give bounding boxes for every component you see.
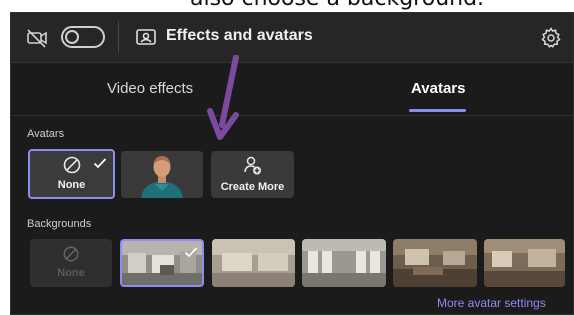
- toolbar-title: Effects and avatars: [166, 27, 313, 44]
- check-icon: [93, 158, 107, 169]
- toolbar-divider: [118, 21, 119, 53]
- ban-icon: [63, 246, 79, 262]
- gear-icon[interactable]: [539, 26, 563, 50]
- toolbar: Effects and avatars: [11, 13, 573, 63]
- more-avatar-settings-link[interactable]: More avatar settings: [437, 296, 546, 310]
- tab-bar: Video effects Avatars: [11, 63, 573, 116]
- camera-off-icon[interactable]: [26, 27, 48, 49]
- background-image: [302, 239, 386, 287]
- tab-avatars[interactable]: Avatars: [411, 80, 465, 97]
- avatar-none-label: None: [57, 179, 86, 191]
- background-thumbnail[interactable]: [212, 239, 295, 287]
- annotation-arrow-icon: [207, 55, 239, 140]
- background-none-label: None: [57, 267, 85, 279]
- avatar-option[interactable]: [121, 151, 203, 198]
- background-image: [484, 239, 565, 287]
- background-thumbnail[interactable]: [484, 239, 565, 287]
- create-more-label: Create More: [220, 181, 285, 193]
- check-icon: [184, 247, 198, 258]
- background-thumbnail[interactable]: [393, 239, 477, 287]
- background-image: [212, 239, 295, 287]
- create-more-button[interactable]: Create More: [211, 151, 294, 198]
- background-thumbnail[interactable]: [120, 239, 204, 287]
- effects-icon: [135, 27, 157, 47]
- add-person-icon: [244, 156, 261, 175]
- avatar-figure-icon: [121, 151, 203, 198]
- effects-panel: Effects and avatars Video effects Avatar…: [10, 12, 574, 315]
- tab-video-effects[interactable]: Video effects: [107, 80, 193, 97]
- backgrounds-section-label: Backgrounds: [27, 218, 92, 230]
- background-thumbnail[interactable]: [302, 239, 386, 287]
- tab-selected-indicator: [409, 109, 466, 112]
- camera-toggle[interactable]: [61, 26, 105, 48]
- caption-text: also choose a background.: [190, 0, 484, 11]
- toggle-knob: [65, 30, 79, 44]
- background-image: [393, 239, 477, 287]
- avatar-none-option[interactable]: None: [28, 149, 115, 199]
- background-none-option[interactable]: None: [30, 239, 112, 287]
- avatars-section-label: Avatars: [27, 128, 65, 140]
- ban-icon: [63, 156, 81, 174]
